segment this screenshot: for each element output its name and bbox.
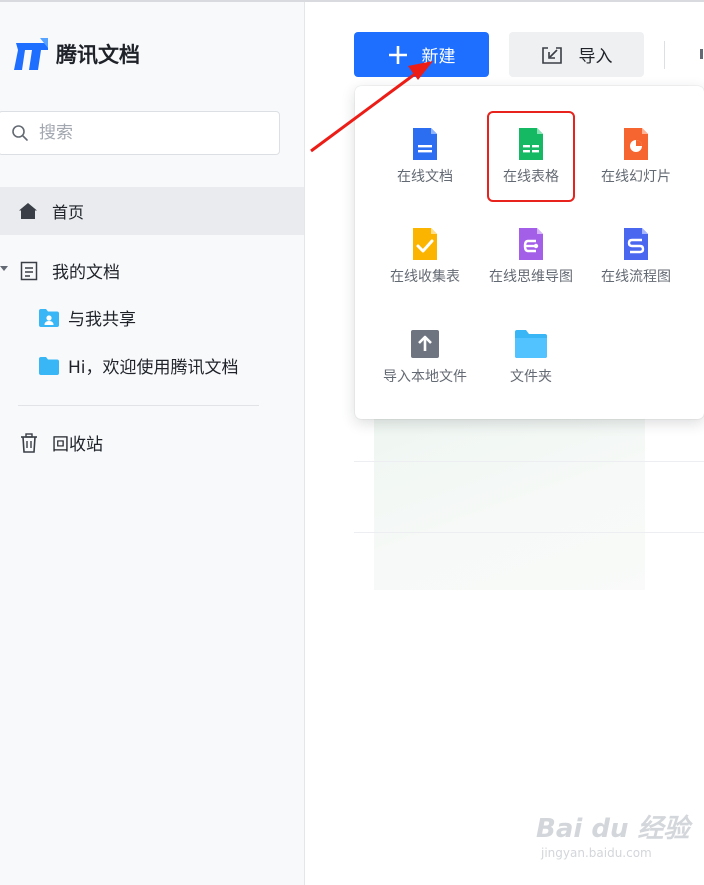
search-box[interactable] (0, 111, 280, 155)
import-button-label: 导入 (578, 47, 613, 67)
new-button[interactable]: 新建 (354, 32, 489, 77)
search-input[interactable] (37, 122, 251, 144)
plus-icon (388, 45, 407, 64)
expand-caret-icon[interactable] (0, 266, 8, 271)
sidebar-divider (18, 405, 259, 406)
upload-icon (411, 330, 439, 358)
doc-icon (413, 128, 437, 160)
new-menu-item-flowchart[interactable]: 在线流程图 (581, 228, 691, 286)
folder-icon (39, 356, 59, 375)
menu-item-label: 导入本地文件 (383, 369, 467, 385)
sidebar-item-welcome-folder[interactable]: Hi，欢迎使用腾讯文档 (38, 353, 239, 378)
new-menu-item-import-local[interactable]: 导入本地文件 (370, 328, 480, 386)
watermark-url: jingyan.baidu.com (541, 846, 652, 860)
toolbar-separator (664, 41, 665, 69)
sidebar: 腾讯文档 首页 我的文档 与我共享 (0, 2, 305, 885)
tencent-docs-logo-icon (14, 38, 48, 70)
new-menu-item-form[interactable]: 在线收集表 (370, 228, 480, 286)
menu-item-label: 在线幻灯片 (601, 169, 671, 185)
menu-item-label: 在线流程图 (601, 269, 671, 285)
list-divider (354, 461, 704, 462)
import-icon (541, 46, 562, 64)
new-menu-item-slides[interactable]: 在线幻灯片 (581, 128, 691, 186)
sidebar-item-trash[interactable]: 回收站 (20, 430, 103, 455)
sidebar-item-home[interactable]: 首页 (0, 187, 304, 235)
sidebar-item-my-docs[interactable]: 我的文档 (20, 258, 120, 283)
app-name: 腾讯文档 (56, 43, 140, 67)
new-menu-item-doc[interactable]: 在线文档 (370, 128, 480, 186)
slide-icon (624, 128, 648, 160)
sidebar-item-label: 首页 (52, 203, 85, 222)
list-divider (354, 532, 704, 533)
shared-folder-icon (39, 308, 59, 327)
watermark-brand: Bai du 经验 (536, 814, 690, 844)
app-logo[interactable]: 腾讯文档 (14, 38, 140, 70)
annotation-highlight-box (487, 111, 575, 202)
sidebar-item-label: 我的文档 (52, 263, 120, 283)
clipped-toolbar-icon[interactable] (700, 49, 703, 59)
flowchart-icon (624, 228, 648, 260)
search-icon (12, 125, 28, 141)
sidebar-item-shared[interactable]: 与我共享 (38, 305, 136, 330)
new-menu-item-mindmap[interactable]: 在线思维导图 (476, 228, 586, 286)
new-button-label: 新建 (421, 47, 456, 67)
sidebar-item-label: Hi，欢迎使用腾讯文档 (68, 358, 239, 378)
sidebar-item-label: 回收站 (52, 435, 103, 455)
menu-item-label: 文件夹 (510, 369, 552, 385)
document-thumbnail[interactable] (374, 405, 645, 590)
menu-item-label: 在线文档 (397, 169, 453, 185)
trash-icon (21, 432, 37, 453)
new-menu-item-folder[interactable]: 文件夹 (476, 328, 586, 386)
sidebar-item-label: 与我共享 (68, 310, 136, 330)
menu-item-label: 在线收集表 (390, 269, 460, 285)
mindmap-icon (519, 228, 543, 260)
menu-item-label: 在线思维导图 (489, 269, 573, 285)
folder-icon (515, 330, 547, 358)
home-icon (19, 203, 37, 219)
import-button[interactable]: 导入 (509, 32, 644, 77)
document-icon (20, 261, 38, 280)
form-icon (413, 228, 437, 260)
